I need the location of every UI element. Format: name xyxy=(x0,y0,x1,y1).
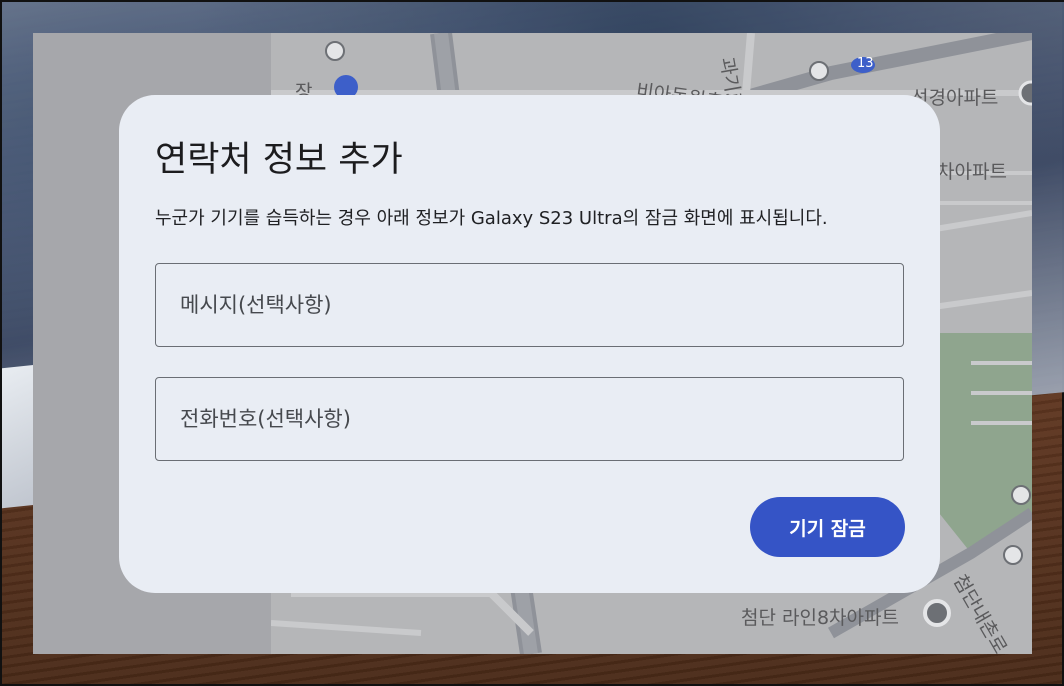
app-window: 장 과기로 13 비아동원촌길 선경아파트 차아파트 첨단 라인8차아파트 첨단… xyxy=(33,33,1032,654)
map-label-apartment: 첨단 라인8차아파트 xyxy=(741,607,899,629)
dialog-description: 누군가 기기를 습득하는 경우 아래 정보가 Galaxy S23 Ultra의… xyxy=(155,208,828,229)
phone-input[interactable] xyxy=(156,378,903,460)
bus-stop-icon xyxy=(1003,545,1023,565)
phone-field[interactable] xyxy=(155,377,904,461)
bus-stop-icon xyxy=(1011,485,1031,505)
bus-stop-icon xyxy=(809,61,829,81)
message-input[interactable] xyxy=(156,264,903,346)
lock-device-button[interactable]: 기기 잠금 xyxy=(750,497,905,557)
route-number: 13 xyxy=(857,56,874,71)
dialog-title: 연락처 정보 추가 xyxy=(155,140,403,180)
map-label-apartment: 차아파트 xyxy=(937,161,1007,183)
place-pin-icon xyxy=(1018,80,1032,106)
message-field[interactable] xyxy=(155,263,904,347)
contact-info-dialog: 연락처 정보 추가 누군가 기기를 습득하는 경우 아래 정보가 Galaxy … xyxy=(119,95,940,593)
bus-stop-icon xyxy=(325,41,345,61)
place-pin-icon xyxy=(923,599,951,627)
